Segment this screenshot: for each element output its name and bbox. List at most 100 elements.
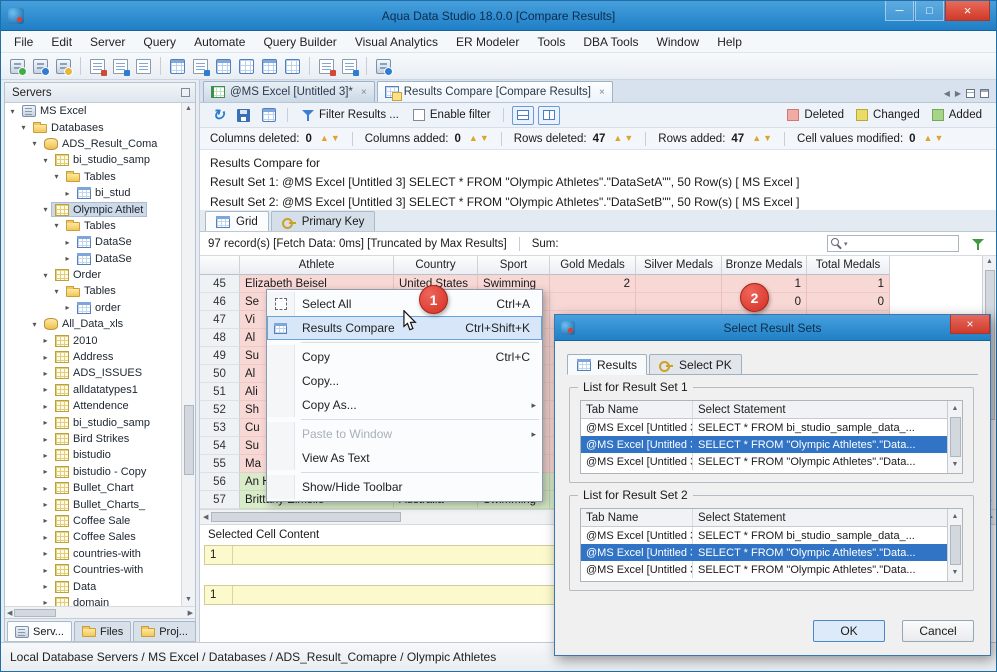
previous-tab-icon[interactable]: ◀ [944,89,950,98]
collapse-arrow-icon[interactable]: ▸ [62,254,73,263]
tree-item-attendence[interactable]: ▸ Attendence [5,398,181,414]
expand-arrow-icon[interactable]: ▾ [40,156,51,165]
collapse-arrow-icon[interactable]: ▸ [40,533,51,542]
search-options-icon[interactable]: ▾ [844,240,848,248]
cancel-button[interactable]: Cancel [902,620,974,642]
collapse-arrow-icon[interactable]: ▸ [40,516,51,525]
column-header-athlete[interactable]: Athlete [240,256,394,275]
column-header-bronze-medals[interactable]: Bronze Medals [722,256,807,275]
collapse-arrow-icon[interactable]: ▸ [40,336,51,345]
tree-item-order[interactable]: ▸ order [5,300,181,316]
menu-item-copy[interactable]: Copy... [267,369,542,393]
scroll-up-icon[interactable]: ▲ [952,403,959,415]
tree-item-databases[interactable]: ▾ Databases [5,119,181,135]
dialog-tab-results[interactable]: Results [567,354,648,375]
column-header-country[interactable]: Country [394,256,478,275]
column-header-gold-medals[interactable]: Gold Medals [550,256,636,275]
register-server-icon[interactable] [7,56,28,77]
column-header-sport[interactable]: Sport [478,256,550,275]
tree-item-ads-result-coma[interactable]: ▾ ADS_Result_Coma [5,136,181,152]
maximize-editor-icon[interactable] [980,89,989,98]
expand-arrow-icon[interactable]: ▾ [51,221,62,230]
connect-server-icon[interactable] [30,56,51,77]
tree-item-all-data-xls[interactable]: ▾ All_Data_xls [5,316,181,332]
menu-query-builder[interactable]: Query Builder [254,31,345,53]
maximize-button[interactable]: □ [915,1,944,21]
new-query-analyzer-icon[interactable] [87,56,108,77]
tab-list-icon[interactable] [966,89,975,98]
cell-content-value[interactable] [233,546,559,564]
dialog-close-button[interactable]: × [950,315,990,334]
undock-panel-icon[interactable] [181,88,190,97]
tree-item-tables[interactable]: ▾ Tables [5,283,181,299]
cell-silver[interactable] [636,293,722,311]
menu-window[interactable]: Window [648,31,709,53]
row-number-cell[interactable]: 48 [200,329,240,347]
menu-file[interactable]: File [5,31,42,53]
close-tab-icon[interactable]: × [599,87,605,98]
scroll-thumb[interactable] [949,525,961,565]
scroll-down-icon[interactable]: ▼ [952,567,959,579]
next-diff-icon[interactable]: ▼ [624,134,633,143]
tab-primary-key[interactable]: Primary Key [270,211,376,231]
tree-item-countries-with[interactable]: ▸ countries-with [5,546,181,562]
collapse-arrow-icon[interactable]: ▸ [40,566,51,575]
row-number-cell[interactable]: 55 [200,455,240,473]
scroll-left-icon[interactable]: ◀ [203,513,208,521]
schema-browser-icon[interactable] [373,56,394,77]
previous-diff-icon[interactable]: ▲ [613,134,622,143]
menu-query[interactable]: Query [134,31,185,53]
tree-item-bi-stud[interactable]: ▸ bi_stud [5,185,181,201]
tree-item-datase[interactable]: ▸ DataSe [5,234,181,250]
expand-arrow-icon[interactable]: ▾ [51,287,62,296]
result-set-row[interactable]: @MS Excel [Untitled 3] SELECT * FROM bi_s… [581,527,947,544]
tree-item-data[interactable]: ▸ Data [5,578,181,594]
expand-arrow-icon[interactable]: ▾ [18,123,29,132]
text-results-icon[interactable] [190,56,211,77]
result-set-row[interactable]: @MS Excel [Untitled 3] SELECT * FROM "Oly… [581,544,947,561]
split-horizontal-icon[interactable] [511,105,534,125]
cell-content-line-number[interactable]: 1 [205,546,233,564]
row-number-cell[interactable]: 51 [200,383,240,401]
collapse-arrow-icon[interactable]: ▸ [40,467,51,476]
menu-item-view-as-text[interactable]: View As Text [267,446,542,470]
table-scrollbar[interactable]: ▲ ▼ [947,401,962,473]
tree-item-ads-issues[interactable]: ▸ ADS_ISSUES [5,365,181,381]
collapse-arrow-icon[interactable]: ▸ [40,598,51,606]
grid-filter-icon[interactable] [967,233,988,254]
open-file-icon[interactable] [110,56,131,77]
result-set-row[interactable]: @MS Excel [Untitled 3] SELECT * FROM "Oly… [581,436,947,453]
grid-results-icon[interactable] [167,56,188,77]
expand-arrow-icon[interactable]: ▾ [29,320,40,329]
collapse-arrow-icon[interactable]: ▸ [40,385,51,394]
ok-button[interactable]: OK [813,620,885,642]
refresh-icon[interactable]: ↻ [208,105,229,126]
tab-grid[interactable]: Grid [205,211,269,231]
column-header-select-statement[interactable]: Select Statement [693,509,947,526]
panel-tab-proj[interactable]: Proj... [133,621,196,641]
tree-item-domain[interactable]: ▸ domain [5,595,181,606]
menu-tools[interactable]: Tools [528,31,574,53]
panel-tab-serv[interactable]: Serv... [7,621,72,641]
cell-content-value[interactable] [233,586,559,604]
column-header-total-medals[interactable]: Total Medals [807,256,890,275]
tree-item-address[interactable]: ▸ Address [5,349,181,365]
scroll-left-icon[interactable]: ◀ [7,609,12,617]
column-header-tab-name[interactable]: Tab Name [581,401,693,418]
tree-horizontal-scrollbar[interactable]: ◀ ▶ [5,606,195,618]
dialog-tab-select-pk[interactable]: Select PK [649,354,742,375]
tree-item-bi-studio-samp[interactable]: ▾ bi_studio_samp [5,152,181,168]
tree-vertical-scrollbar[interactable]: ▲ ▼ [181,103,195,606]
document-tab-results-compare-compare-results[interactable]: Results Compare [Compare Results] × [376,81,613,102]
expand-arrow-icon[interactable]: ▾ [40,205,51,214]
tree-item-olympic-athlet[interactable]: ▾ Olympic Athlet [5,201,181,218]
collapse-arrow-icon[interactable]: ▸ [40,451,51,460]
server-group-icon[interactable] [53,56,74,77]
scroll-thumb[interactable] [211,512,402,522]
row-count-icon[interactable] [259,56,280,77]
tree-item-countries-with[interactable]: ▸ Countries-with [5,562,181,578]
tree-item-bistudio[interactable]: ▸ bistudio [5,447,181,463]
tree-item-bird-strikes[interactable]: ▸ Bird Strikes [5,431,181,447]
scroll-up-icon[interactable]: ▲ [986,256,993,268]
next-diff-icon[interactable]: ▼ [934,134,943,143]
